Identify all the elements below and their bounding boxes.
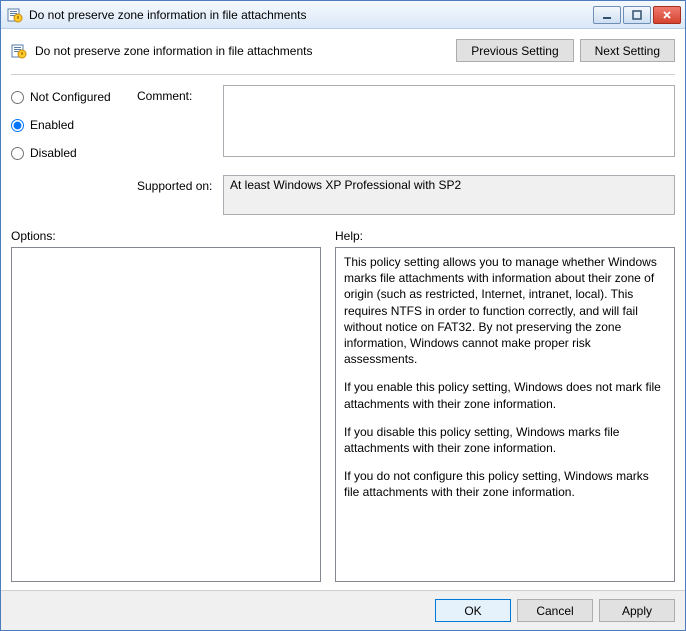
- apply-button[interactable]: Apply: [599, 599, 675, 622]
- content-area: Do not preserve zone information in file…: [1, 29, 685, 590]
- help-paragraph: If you do not configure this policy sett…: [344, 468, 666, 500]
- radio-not-configured-label: Not Configured: [30, 90, 111, 104]
- radio-enabled-input[interactable]: [11, 119, 24, 132]
- supported-on-value: At least Windows XP Professional with SP…: [223, 175, 675, 215]
- radio-disabled-label: Disabled: [30, 146, 77, 160]
- help-paragraph: If you disable this policy setting, Wind…: [344, 424, 666, 456]
- header-row: Do not preserve zone information in file…: [11, 37, 675, 72]
- options-label: Options:: [11, 229, 321, 243]
- options-pane: [11, 247, 321, 582]
- close-button[interactable]: [653, 6, 681, 24]
- radio-enabled[interactable]: Enabled: [11, 113, 131, 137]
- policy-icon: [11, 43, 27, 59]
- cancel-button[interactable]: Cancel: [517, 599, 593, 622]
- radio-disabled-input[interactable]: [11, 147, 24, 160]
- help-paragraph: This policy setting allows you to manage…: [344, 254, 666, 367]
- next-setting-button[interactable]: Next Setting: [580, 39, 675, 62]
- window-buttons: [593, 6, 681, 24]
- supported-on-text: At least Windows XP Professional with SP…: [230, 178, 461, 192]
- radio-disabled[interactable]: Disabled: [11, 141, 131, 165]
- help-paragraph: If you enable this policy setting, Windo…: [344, 379, 666, 411]
- window-title: Do not preserve zone information in file…: [29, 8, 593, 22]
- titlebar: Do not preserve zone information in file…: [1, 1, 685, 29]
- policy-icon: [7, 7, 23, 23]
- help-label: Help:: [335, 229, 363, 243]
- ok-button[interactable]: OK: [435, 599, 511, 622]
- separator: [11, 74, 675, 75]
- radio-not-configured-input[interactable]: [11, 91, 24, 104]
- maximize-button[interactable]: [623, 6, 651, 24]
- minimize-button[interactable]: [593, 6, 621, 24]
- comment-textarea[interactable]: [223, 85, 675, 157]
- help-pane: This policy setting allows you to manage…: [335, 247, 675, 582]
- radio-not-configured[interactable]: Not Configured: [11, 85, 131, 109]
- previous-setting-button[interactable]: Previous Setting: [456, 39, 573, 62]
- supported-on-label: Supported on:: [137, 175, 217, 215]
- footer: OK Cancel Apply: [1, 590, 685, 630]
- page-title: Do not preserve zone information in file…: [35, 44, 456, 58]
- comment-label: Comment:: [137, 85, 217, 103]
- radio-enabled-label: Enabled: [30, 118, 74, 132]
